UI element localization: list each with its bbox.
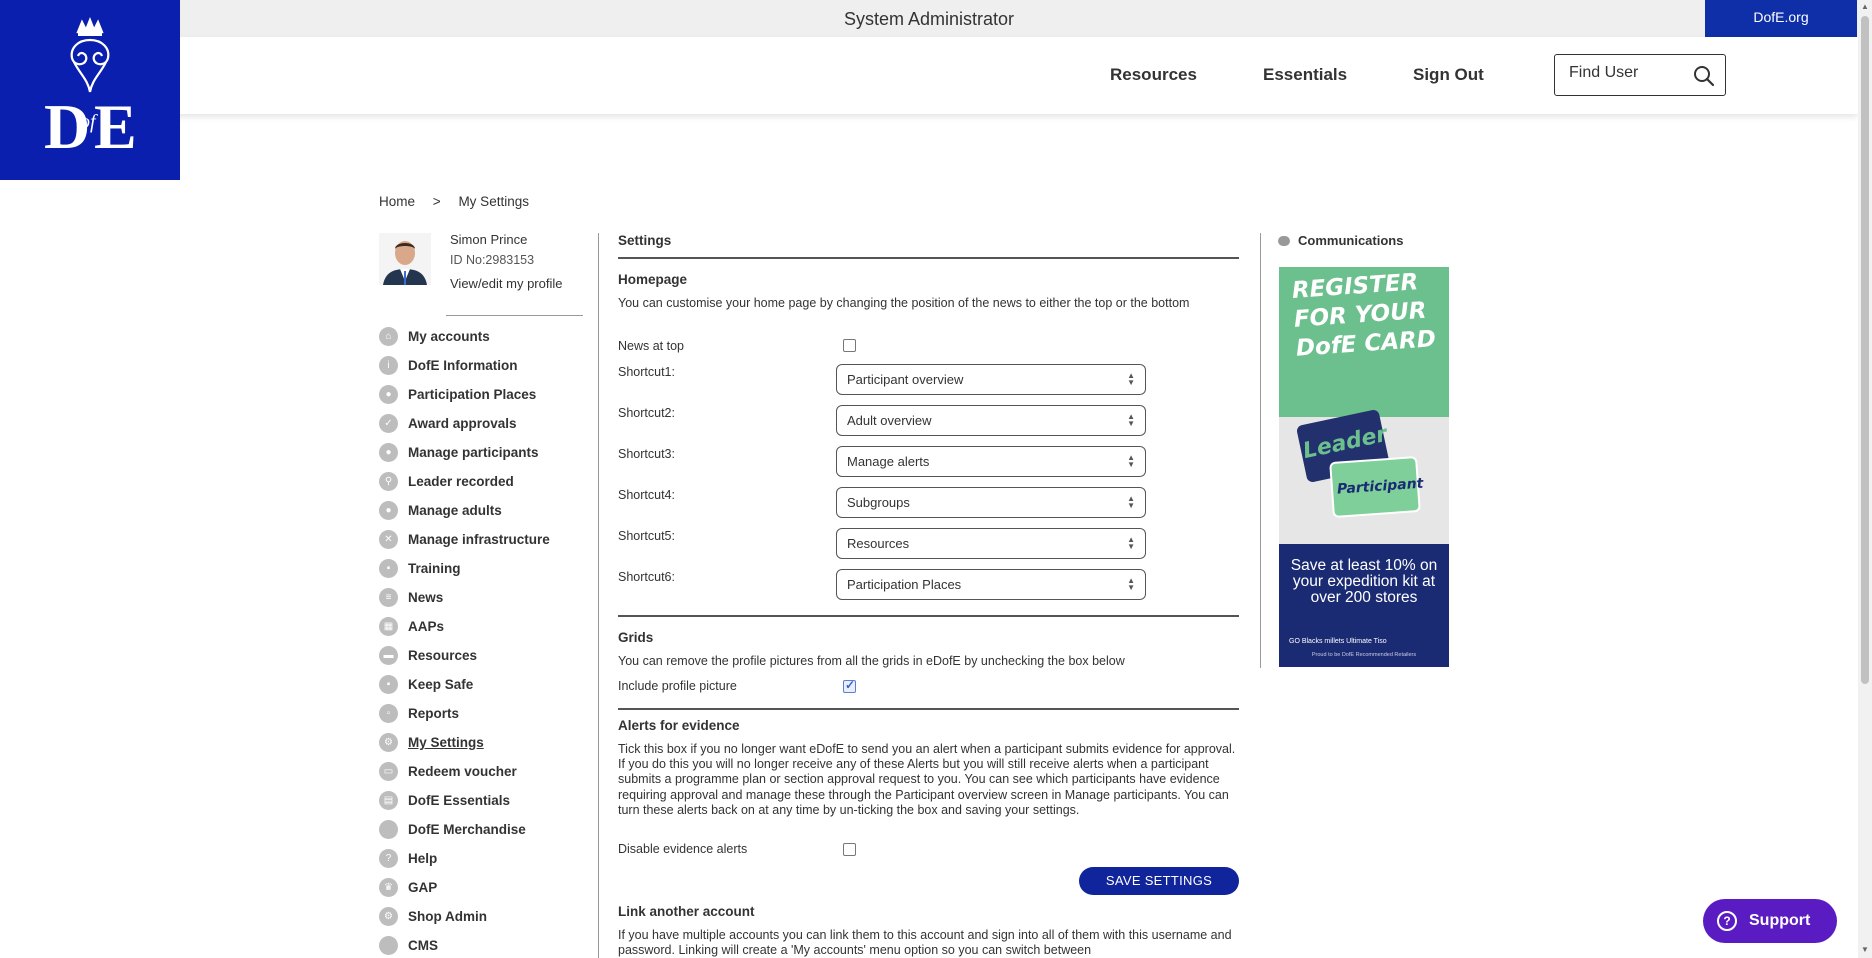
breadcrumb-separator: >: [432, 194, 441, 209]
advert-brands: GO Blacks millets Ultimate Tiso: [1289, 638, 1387, 645]
support-button[interactable]: ? Support: [1703, 899, 1837, 943]
sort-arrows-icon: ▲ ▼: [1127, 576, 1135, 592]
advert-bottom: Save at least 10% on your expedition kit…: [1279, 544, 1449, 667]
find-user-box[interactable]: [1554, 54, 1726, 96]
adults-icon: ●: [379, 501, 398, 520]
sort-arrows-icon: ▲ ▼: [1127, 371, 1135, 387]
shortcut6-select[interactable]: Participation Places ▲ ▼: [836, 569, 1146, 600]
dofe-logo[interactable]: D of E: [0, 0, 180, 180]
alerts-description: Tick this box if you no longer want eDof…: [618, 742, 1236, 817]
advert-green-band: REGISTER FOR YOUR DofE CARD: [1279, 267, 1449, 417]
top-bar: System Administrator DofE.org: [0, 0, 1872, 37]
link-account-heading: Link another account: [618, 904, 755, 919]
sort-arrows-icon: ▲ ▼: [1127, 412, 1135, 428]
homepage-heading: Homepage: [618, 272, 688, 287]
advert-headline: REGISTER FOR YOUR DofE CARD: [1291, 269, 1437, 362]
scroll-down-icon[interactable]: ▼: [1861, 945, 1869, 954]
communications-header: Communications: [1278, 233, 1403, 248]
lock-icon: ▪: [379, 675, 398, 694]
page-scrollbar[interactable]: ▲ ▼: [1858, 0, 1872, 958]
help-circle-icon: ?: [1717, 911, 1737, 931]
advert-proud-line: Proud to be DofE Recommended Retailers: [1311, 652, 1417, 658]
cms-icon: [379, 936, 398, 955]
news-icon: ≡: [379, 588, 398, 607]
alerts-heading: Alerts for evidence: [618, 718, 740, 733]
shortcut2-label: Shortcut2:: [618, 406, 675, 420]
breadcrumb: Home > My Settings: [379, 194, 543, 209]
grids-heading: Grids: [618, 630, 654, 645]
disable-evidence-alerts-checkbox[interactable]: [843, 843, 856, 856]
info-icon: i: [379, 356, 398, 375]
nav-essentials[interactable]: Essentials: [1263, 65, 1347, 85]
shortcut6-label: Shortcut6:: [618, 570, 675, 584]
shortcut2-select[interactable]: Adult overview ▲ ▼: [836, 405, 1146, 436]
view-edit-profile-link[interactable]: View/edit my profile: [450, 276, 570, 291]
find-user-input[interactable]: [1569, 64, 1699, 82]
shortcut3-select[interactable]: Manage alerts ▲ ▼: [836, 446, 1146, 477]
disable-evidence-alerts-label: Disable evidence alerts: [618, 842, 748, 856]
profile-id: ID No:2983153: [450, 253, 535, 267]
save-settings-button[interactable]: SAVE SETTINGS: [1079, 867, 1239, 895]
voucher-icon: ▭: [379, 762, 398, 781]
nav-sign-out[interactable]: Sign Out: [1413, 65, 1484, 85]
grids-description: You can remove the profile pictures from…: [618, 654, 1125, 668]
shop-icon: ⚙: [379, 907, 398, 926]
link-account-description: If you have multiple accounts you can li…: [618, 928, 1232, 958]
homepage-description: You can customise your home page by chan…: [618, 296, 1190, 310]
include-profile-picture-label: Include profile picture: [618, 679, 737, 693]
settings-title: Settings: [618, 233, 672, 248]
breadcrumb-home[interactable]: Home: [379, 194, 415, 209]
sidebar-divider: [598, 233, 599, 958]
news-at-top-label: News at top: [618, 339, 685, 353]
shortcut1-select[interactable]: Participant overview ▲ ▼: [836, 364, 1146, 395]
person-icon: ●: [379, 385, 398, 404]
scrollbar-thumb[interactable]: [1861, 16, 1869, 684]
grid-icon: ▦: [379, 617, 398, 636]
shortcut4-select[interactable]: Subgroups ▲ ▼: [836, 487, 1146, 518]
shortcut4-label: Shortcut4:: [618, 488, 675, 502]
shortcut5-select[interactable]: Resources ▲ ▼: [836, 528, 1146, 559]
role-title: System Administrator: [843, 9, 1015, 29]
include-profile-picture-checkbox[interactable]: [843, 678, 856, 693]
merch-icon: [379, 820, 398, 839]
sort-arrows-icon: ▲ ▼: [1127, 453, 1135, 469]
alerts-rule: [618, 708, 1239, 710]
advert-offer: Save at least 10% on your expedition kit…: [1290, 557, 1438, 606]
header: Resources Essentials Sign Out: [0, 37, 1858, 114]
gap-icon: ♛: [379, 878, 398, 897]
badge-icon: ✓: [379, 414, 398, 433]
sort-arrows-icon: ▲ ▼: [1127, 494, 1135, 510]
sort-arrows-icon: ▲ ▼: [1127, 535, 1135, 551]
search-icon[interactable]: [1693, 65, 1715, 92]
scroll-up-icon[interactable]: ▲: [1861, 2, 1869, 11]
home-icon: ⌂: [379, 327, 398, 346]
shortcut1-label: Shortcut1:: [618, 365, 675, 379]
training-icon: ▪: [379, 559, 398, 578]
svg-text:E: E: [94, 91, 137, 162]
communications-divider: [1260, 233, 1261, 668]
participant-card: Participant: [1329, 455, 1424, 519]
avatar[interactable]: [379, 233, 431, 285]
advert-top: REGISTER FOR YOUR DofE CARD Leader Parti…: [1279, 267, 1449, 544]
people-icon: ●: [379, 443, 398, 462]
report-icon: ▫: [379, 704, 398, 723]
folder-icon: ▬: [379, 646, 398, 665]
dofe-card-advert[interactable]: REGISTER FOR YOUR DofE CARD Leader Parti…: [1279, 267, 1449, 667]
help-icon: ?: [379, 849, 398, 868]
profile-divider: [446, 315, 583, 316]
nav-resources[interactable]: Resources: [1110, 65, 1197, 85]
shortcut3-label: Shortcut3:: [618, 447, 675, 461]
gear-icon: ⚙: [379, 733, 398, 752]
breadcrumb-current: My Settings: [458, 194, 529, 209]
cross-icon: ✕: [379, 530, 398, 549]
essentials-icon: ▤: [379, 791, 398, 810]
settings-rule: [618, 257, 1239, 259]
chat-bubble-icon: [1278, 236, 1290, 246]
walker-icon: ⚲: [379, 472, 398, 491]
shortcut5-label: Shortcut5:: [618, 529, 675, 543]
dofe-org-link[interactable]: DofE.org: [1705, 0, 1857, 37]
news-at-top-checkbox[interactable]: [843, 339, 856, 352]
profile-name: Simon Prince: [450, 232, 528, 247]
grids-rule: [618, 615, 1239, 617]
